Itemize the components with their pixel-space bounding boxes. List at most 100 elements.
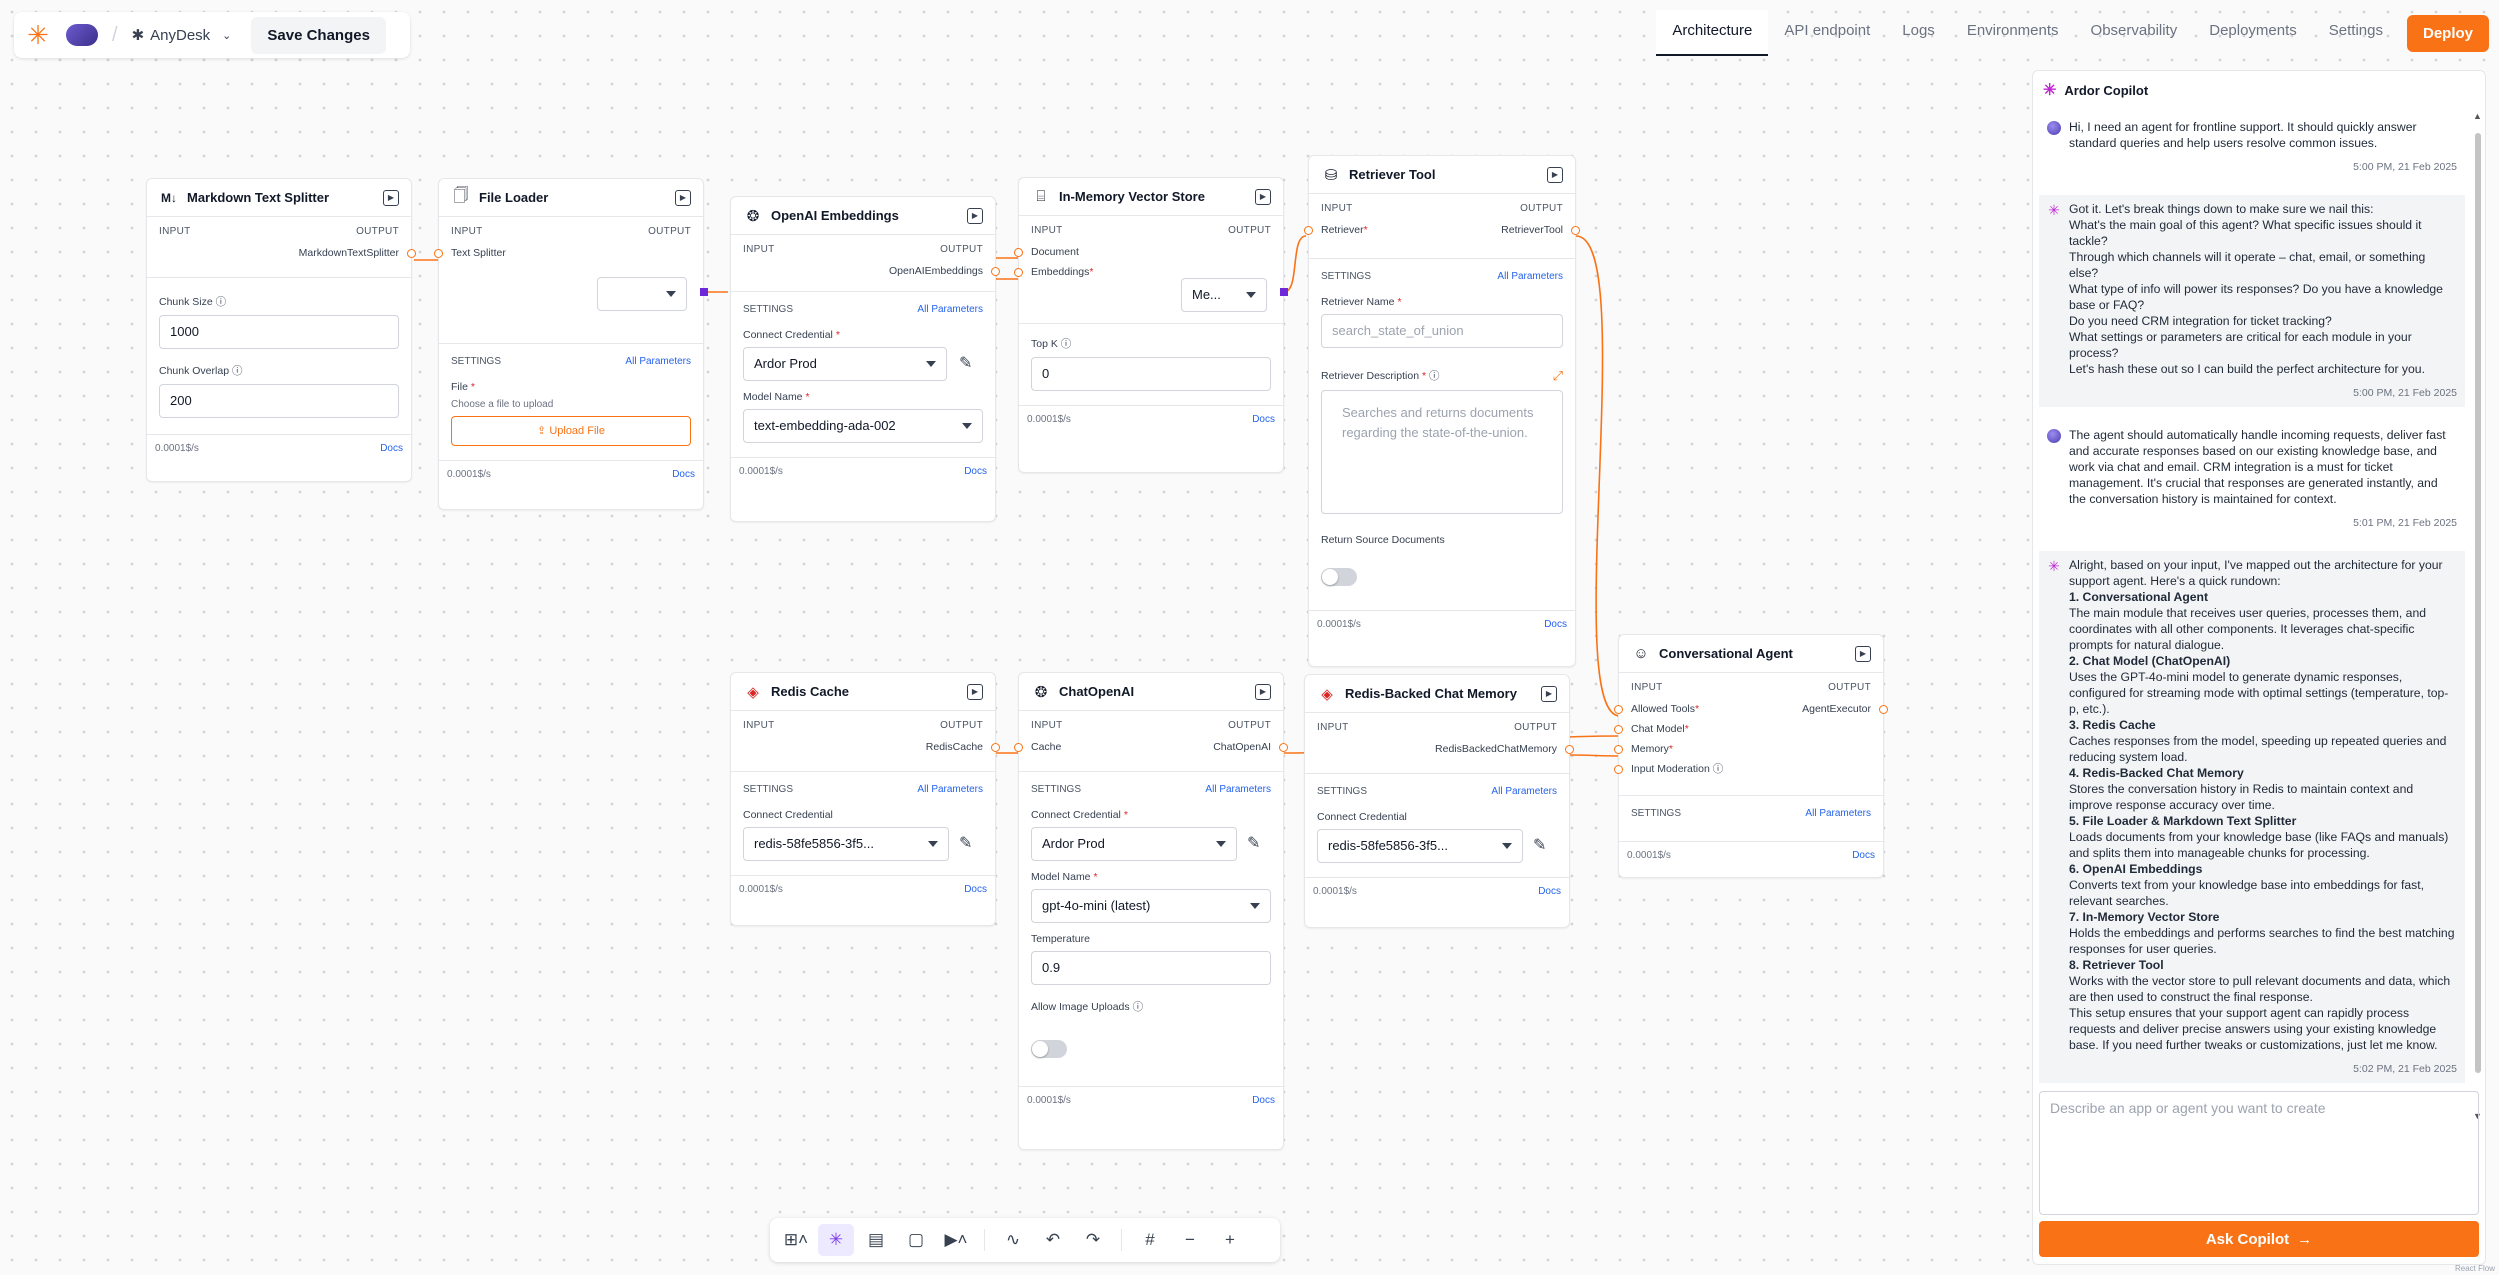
node-markdown-text-splitter[interactable]: M↓ Markdown Text Splitter ▶ INPUT OUTPUT Ma… [146,178,416,482]
run-node-icon[interactable]: ▶ [967,207,983,224]
output-handle-square[interactable] [1280,288,1288,296]
undo-icon[interactable]: ↶ [1035,1224,1071,1256]
node-file-loader[interactable]: 🗍 File Loader ▶ INPUT OUTPUT Text Splitter … [434,178,704,510]
run-node-icon[interactable]: ▶ [1541,685,1557,702]
input-handle[interactable] [434,249,443,258]
user-avatar[interactable] [66,24,98,46]
docs-link[interactable]: Docs [1544,619,1567,630]
copilot-prompt-input[interactable]: Describe an app or agent you want to cre… [2039,1091,2479,1215]
docs-link[interactable]: Docs [964,466,987,477]
activity-icon[interactable]: ∿ [995,1224,1031,1256]
zoom-in-icon[interactable]: + [1212,1224,1248,1256]
output-type-select[interactable]: Me... [1181,278,1267,312]
run-node-icon[interactable]: ▶ [1255,683,1271,700]
node-openai-embeddings[interactable]: ❂ OpenAI Embeddings ▶ INPUT OUTPUT OpenAIEm… [730,196,1000,522]
docs-link[interactable]: Docs [1252,414,1275,425]
output-handle[interactable] [1279,743,1288,752]
return-source-toggle[interactable] [1321,568,1357,586]
input-handle[interactable] [1614,705,1623,714]
all-parameters-link[interactable]: All Parameters [1491,786,1557,797]
save-changes-button[interactable]: Save Changes [251,16,386,54]
docs-link[interactable]: Docs [380,443,403,454]
add-node-icon[interactable]: ⊞˄ [778,1224,814,1256]
edit-credential-icon[interactable]: ✎ [1247,833,1269,855]
input-handle[interactable] [1014,268,1023,277]
run-node-icon[interactable]: ▶ [675,189,691,206]
note-icon[interactable]: ▢ [898,1224,934,1256]
output-handle[interactable] [991,743,1000,752]
retriever-name-input[interactable]: search_state_of_union [1321,314,1563,348]
redo-icon[interactable]: ↷ [1075,1224,1111,1256]
docs-link[interactable]: Docs [1252,1095,1275,1106]
node-retriever-tool[interactable]: ⛁ Retriever Tool ▶ INPUT OUTPUT Retriever* R… [1304,155,1580,667]
run-icon[interactable]: ▶˄ [938,1224,974,1256]
retriever-description-textarea[interactable]: Searches and returns documents regarding… [1321,390,1563,514]
output-handle[interactable] [991,267,1000,276]
edit-credential-icon[interactable]: ✎ [1533,835,1555,857]
output-handle-square[interactable] [700,288,708,296]
docs-link[interactable]: Docs [672,469,695,480]
run-node-icon[interactable]: ▶ [1547,166,1563,183]
copilot-icon[interactable]: ✳ [818,1224,854,1256]
node-chatopenai[interactable]: ❂ ChatOpenAI ▶ INPUT OUTPUT Cache ChatOpenAI… [1014,672,1288,1150]
temperature-input[interactable]: 0.9 [1031,951,1271,985]
all-parameters-link[interactable]: All Parameters [1205,784,1271,795]
all-parameters-link[interactable]: All Parameters [917,784,983,795]
ardor-logo-icon[interactable]: ✳ [24,21,52,49]
input-handle[interactable] [1614,725,1623,734]
chat-scrollbar[interactable]: ▲ ▼ [2473,111,2483,1121]
docs-link[interactable]: Docs [964,884,987,895]
model-select[interactable]: gpt-4o-mini (latest) [1031,889,1271,923]
all-parameters-link[interactable]: All Parameters [1497,271,1563,282]
react-flow-attribution[interactable]: React Flow [2455,1264,2495,1273]
zoom-out-icon[interactable]: − [1172,1224,1208,1256]
input-handle[interactable] [1304,226,1313,235]
model-select[interactable]: text-embedding-ada-002 [743,409,983,443]
edit-credential-icon[interactable]: ✎ [959,833,981,855]
run-node-icon[interactable]: ▶ [967,683,983,700]
input-handle[interactable] [1014,248,1023,257]
expand-icon[interactable]: ⤢ [1553,368,1563,384]
tab-observability[interactable]: Observability [2075,10,2194,56]
tab-logs[interactable]: Logs [1886,10,1951,56]
node-vector-store[interactable]: ⌸ In-Memory Vector Store ▶ INPUT OUTPUT Doc… [1014,177,1284,473]
topk-input[interactable]: 0 [1031,357,1271,391]
output-handle[interactable] [1879,705,1888,714]
input-handle[interactable] [1614,745,1623,754]
all-parameters-link[interactable]: All Parameters [917,304,983,315]
tab-deployments[interactable]: Deployments [2193,10,2313,56]
image-uploads-toggle[interactable] [1031,1040,1067,1058]
credential-select[interactable]: redis-58fe5856-3f5... [743,827,949,861]
node-redis-memory[interactable]: ◈ Redis-Backed Chat Memory ▶ INPUT OUTPUT R… [1304,674,1574,928]
output-handle[interactable] [1571,226,1580,235]
upload-file-button[interactable]: ⇪ Upload File [451,416,691,446]
all-parameters-link[interactable]: All Parameters [625,356,691,367]
scroll-up-icon[interactable]: ▲ [2473,111,2482,121]
credential-select[interactable]: redis-58fe5856-3f5... [1317,829,1523,863]
scrollbar-thumb[interactable] [2475,133,2481,1073]
run-node-icon[interactable]: ▶ [383,189,399,206]
input-handle[interactable] [1614,765,1623,774]
docs-link[interactable]: Docs [1538,886,1561,897]
grid-icon[interactable]: # [1132,1224,1168,1256]
edit-credential-icon[interactable]: ✎ [959,353,981,375]
app-selector[interactable]: ✱ AnyDesk ⌄ [132,26,232,45]
output-handle[interactable] [1565,745,1574,754]
chunk-overlap-input[interactable]: 200 [159,384,399,418]
tab-api-endpoint[interactable]: API endpoint [1768,10,1886,56]
deploy-button[interactable]: Deploy [2406,14,2489,52]
run-node-icon[interactable]: ▶ [1855,645,1871,662]
input-handle[interactable] [1014,743,1023,752]
credential-select[interactable]: Ardor Prod [743,347,947,381]
node-conversational-agent[interactable]: ☺ Conversational Agent ▶ INPUT OUTPUT Allow… [1614,634,1888,878]
node-redis-cache[interactable]: ◈ Redis Cache ▶ INPUT OUTPUT RedisCache SET… [730,672,1000,926]
all-parameters-link[interactable]: All Parameters [1805,808,1871,819]
document-icon[interactable]: ▤ [858,1224,894,1256]
tab-environments[interactable]: Environments [1951,10,2075,56]
tab-architecture[interactable]: Architecture [1656,10,1769,56]
ask-copilot-button[interactable]: Ask Copilot → [2039,1221,2479,1257]
tab-settings[interactable]: Settings [2313,10,2399,56]
output-handle[interactable] [407,249,416,258]
chunk-size-input[interactable]: 1000 [159,315,399,349]
credential-select[interactable]: Ardor Prod [1031,827,1237,861]
